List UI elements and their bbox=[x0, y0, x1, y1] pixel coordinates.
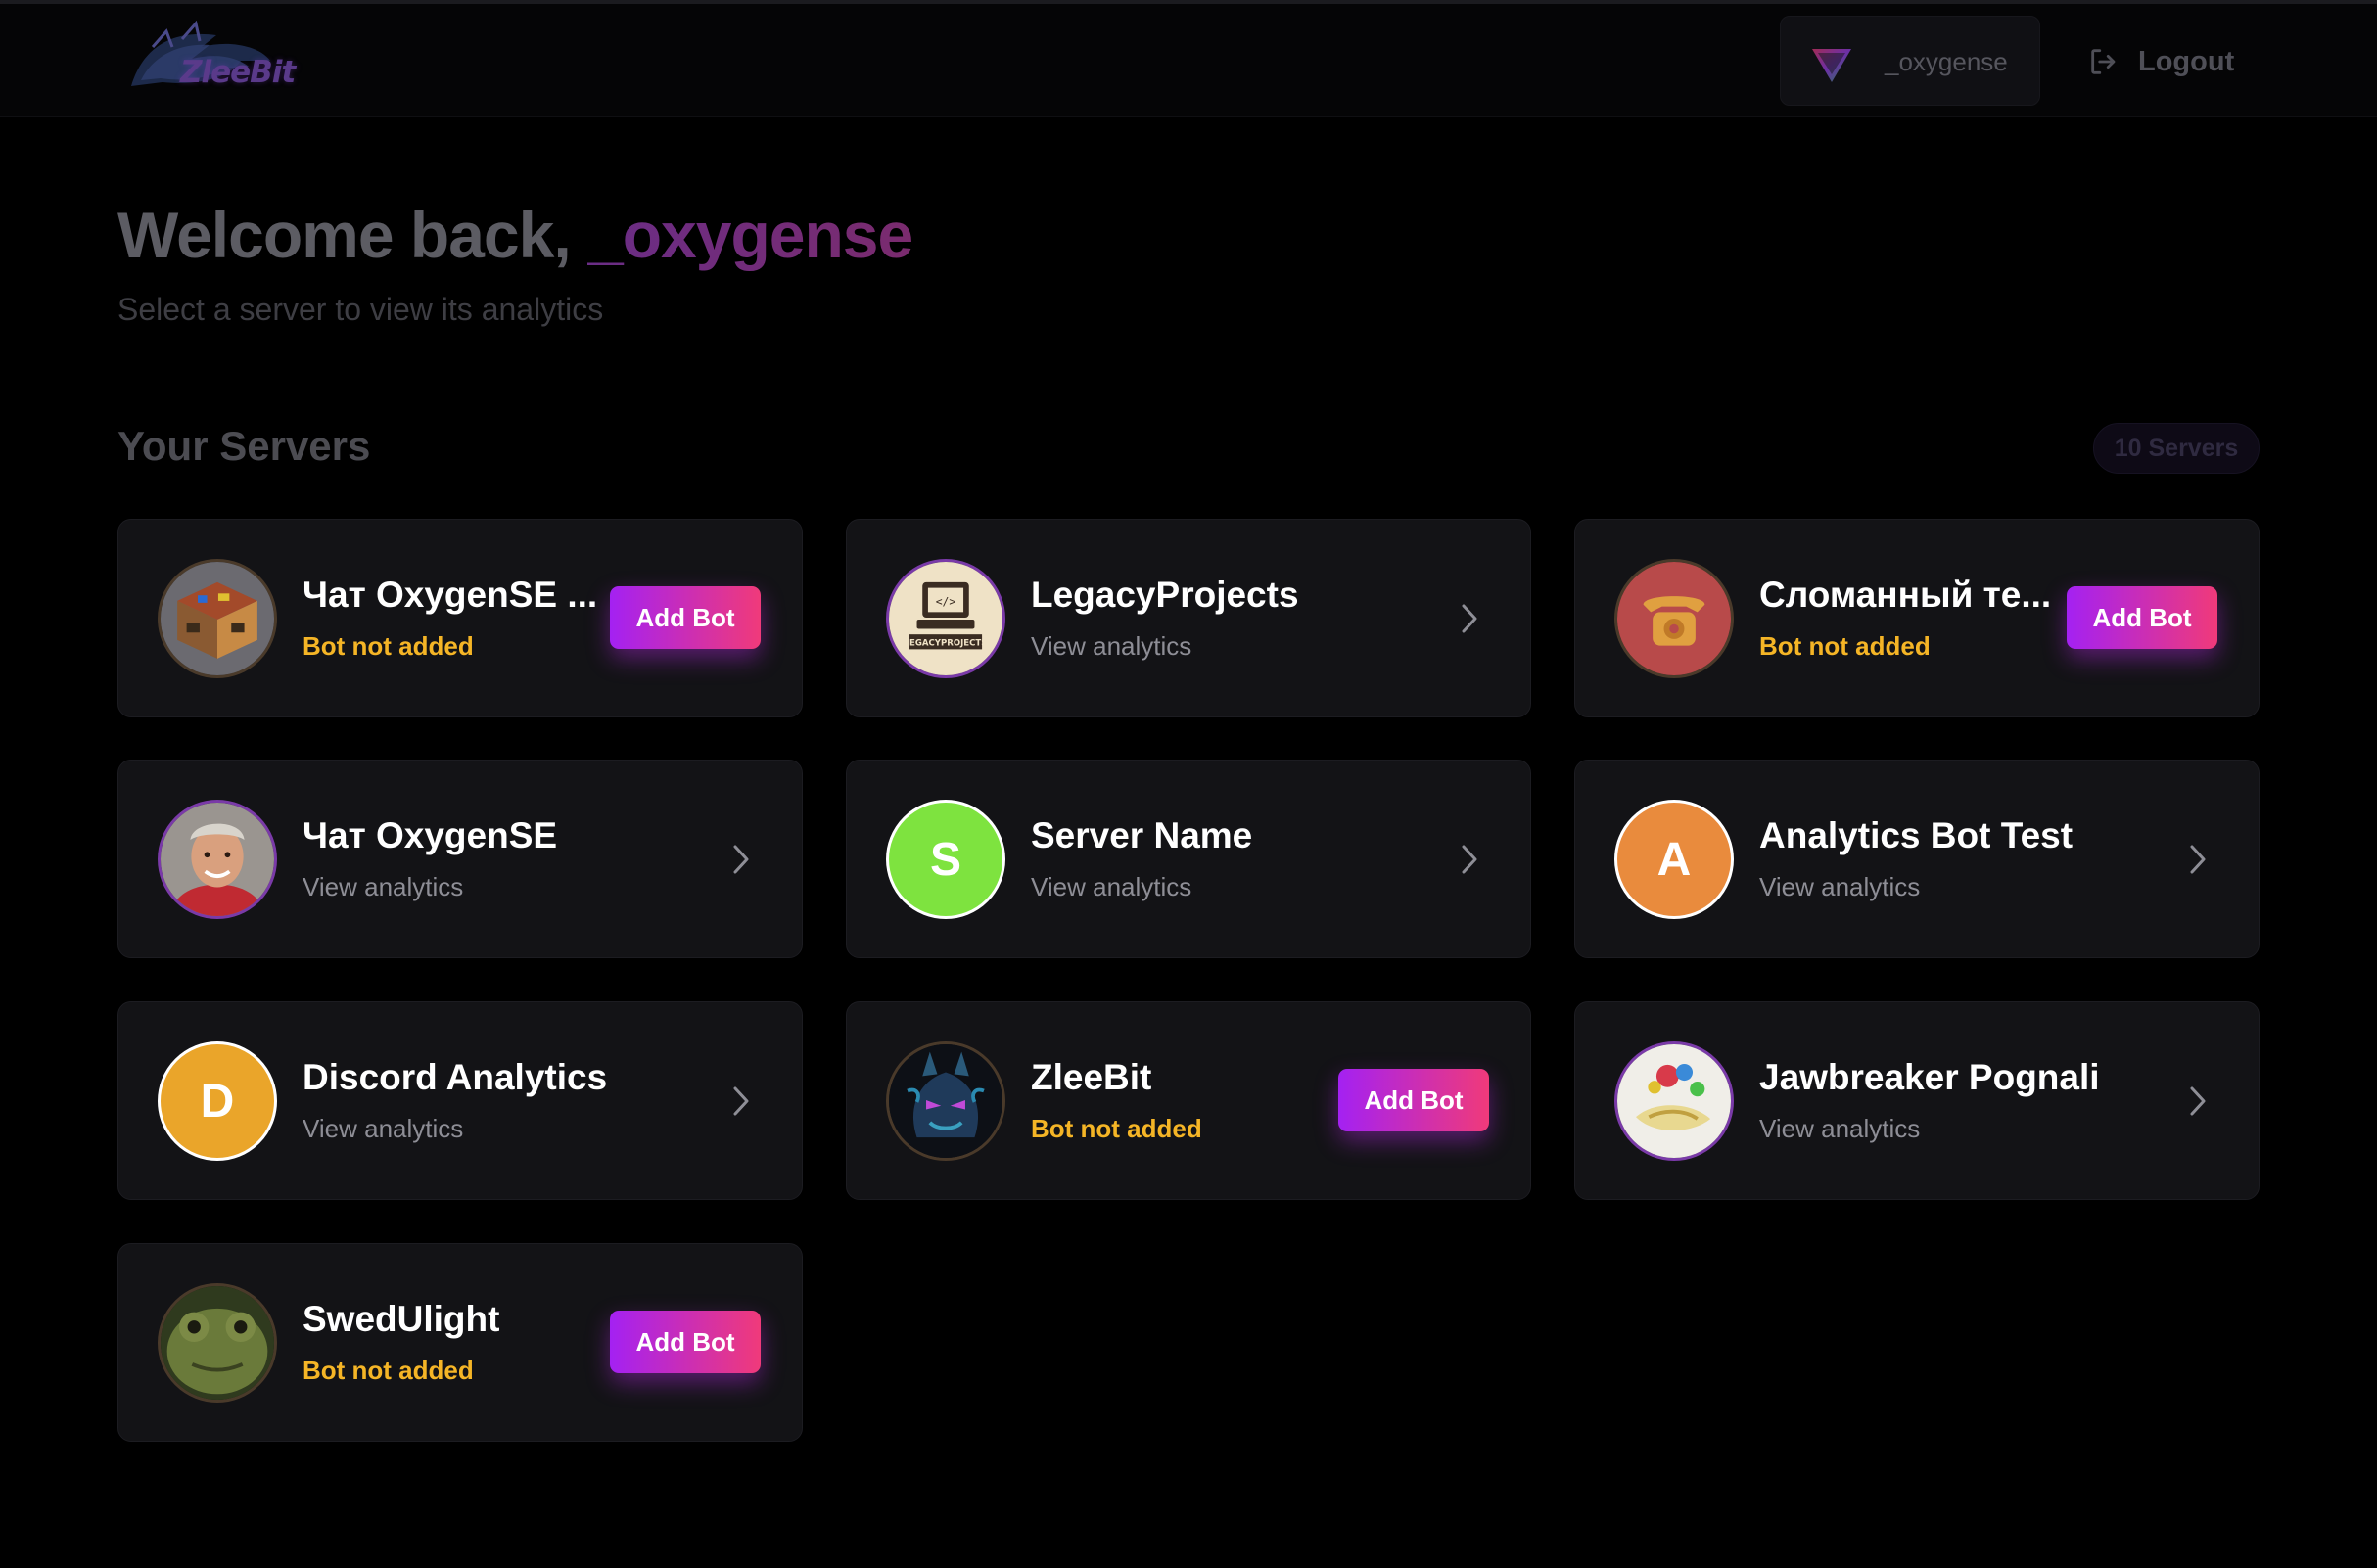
server-card[interactable]: A Analytics Bot Test View analytics bbox=[1574, 760, 2260, 958]
server-name: SwedUlight bbox=[303, 1299, 500, 1339]
server-card[interactable]: ZleeBit Bot not added Add Bot bbox=[846, 1001, 1531, 1200]
server-card[interactable]: Чат OxygenSE View analytics bbox=[117, 760, 803, 958]
server-status: View analytics bbox=[1031, 631, 1192, 661]
legacy-projects-logo: </> LEGACYPROJECTS bbox=[886, 559, 1005, 678]
server-card[interactable]: Сломанный те... Bot not added Add Bot bbox=[1574, 519, 2260, 717]
server-card[interactable]: SwedUlight Bot not added Add Bot bbox=[117, 1243, 803, 1442]
chevron-right-icon[interactable] bbox=[1458, 841, 1481, 878]
server-name: Analytics Bot Test bbox=[1759, 815, 2074, 855]
server-status: Bot not added bbox=[303, 1356, 474, 1385]
server-status: View analytics bbox=[303, 1114, 464, 1143]
server-letter-avatar: D bbox=[158, 1041, 277, 1161]
server-name: Сломанный те... bbox=[1759, 575, 2052, 615]
zleebit-logo[interactable]: ZleeBit bbox=[123, 18, 300, 106]
server-name: Чат OxygenSE ... bbox=[303, 575, 596, 615]
minecraft-block-icon bbox=[158, 559, 277, 678]
welcome-username: _oxygense bbox=[587, 199, 913, 271]
server-status: View analytics bbox=[303, 872, 464, 901]
chevron-right-icon[interactable] bbox=[729, 1083, 753, 1120]
svg-text:</>: </> bbox=[936, 595, 956, 609]
chevron-right-icon[interactable] bbox=[729, 841, 753, 878]
server-status: Bot not added bbox=[303, 631, 474, 661]
welcome-subtitle: Select a server to view its analytics bbox=[117, 292, 604, 327]
candy-art bbox=[1614, 1041, 1734, 1161]
server-name: LegacyProjects bbox=[1031, 575, 1299, 615]
server-status: Bot not added bbox=[1759, 631, 1931, 661]
logo-text: ZleeBit bbox=[180, 55, 296, 90]
add-bot-button[interactable]: Add Bot bbox=[610, 1311, 761, 1373]
frog-photo bbox=[158, 1283, 277, 1403]
server-card[interactable]: D Discord Analytics View analytics bbox=[117, 1001, 803, 1200]
server-card[interactable]: Jawbreaker Pognali View analytics bbox=[1574, 1001, 2260, 1200]
server-card[interactable]: Чат OxygenSE ... Bot not added Add Bot bbox=[117, 519, 803, 717]
telephone-icon bbox=[1614, 559, 1734, 678]
welcome-heading: Welcome back, _oxygense bbox=[117, 198, 913, 272]
server-name: Server Name bbox=[1031, 815, 1253, 855]
server-status: View analytics bbox=[1759, 872, 1921, 901]
add-bot-button[interactable]: Add Bot bbox=[2067, 586, 2217, 649]
server-status: Bot not added bbox=[1031, 1114, 1202, 1143]
add-bot-button[interactable]: Add Bot bbox=[1338, 1069, 1489, 1131]
user-profile-button[interactable]: _oxygense bbox=[1780, 16, 2040, 106]
servers-count-badge: 10 Servers bbox=[2093, 423, 2260, 474]
server-name: Jawbreaker Pognali bbox=[1759, 1057, 2100, 1097]
user-avatar-icon bbox=[1812, 49, 1851, 82]
logout-icon bbox=[2091, 49, 2116, 74]
server-name: Чат OxygenSE bbox=[303, 815, 558, 855]
servers-section-title: Your Servers bbox=[117, 423, 371, 469]
server-letter-avatar: A bbox=[1614, 800, 1734, 919]
user-name: _oxygense bbox=[1885, 47, 2008, 76]
user-photo bbox=[158, 800, 277, 919]
chevron-right-icon[interactable] bbox=[1458, 600, 1481, 637]
server-card[interactable]: </> LEGACYPROJECTS LegacyProjects View a… bbox=[846, 519, 1531, 717]
server-status: View analytics bbox=[1759, 1114, 1921, 1143]
logout-label: Logout bbox=[2138, 45, 2235, 77]
server-status: View analytics bbox=[1031, 872, 1192, 901]
top-navbar: ZleeBit _oxygense Logout bbox=[0, 4, 2377, 117]
add-bot-button[interactable]: Add Bot bbox=[610, 586, 761, 649]
logout-button[interactable]: Logout bbox=[2087, 27, 2263, 96]
server-name: ZleeBit bbox=[1031, 1057, 1152, 1097]
server-name: Discord Analytics bbox=[303, 1057, 608, 1097]
svg-text:LEGACYPROJECTS: LEGACYPROJECTS bbox=[905, 639, 988, 649]
welcome-prefix: Welcome back, bbox=[117, 199, 588, 271]
chevron-right-icon[interactable] bbox=[2186, 1083, 2210, 1120]
server-card[interactable]: S Server Name View analytics bbox=[846, 760, 1531, 958]
server-letter-avatar: S bbox=[886, 800, 1005, 919]
dragon-logo bbox=[886, 1041, 1005, 1161]
chevron-right-icon[interactable] bbox=[2186, 841, 2210, 878]
